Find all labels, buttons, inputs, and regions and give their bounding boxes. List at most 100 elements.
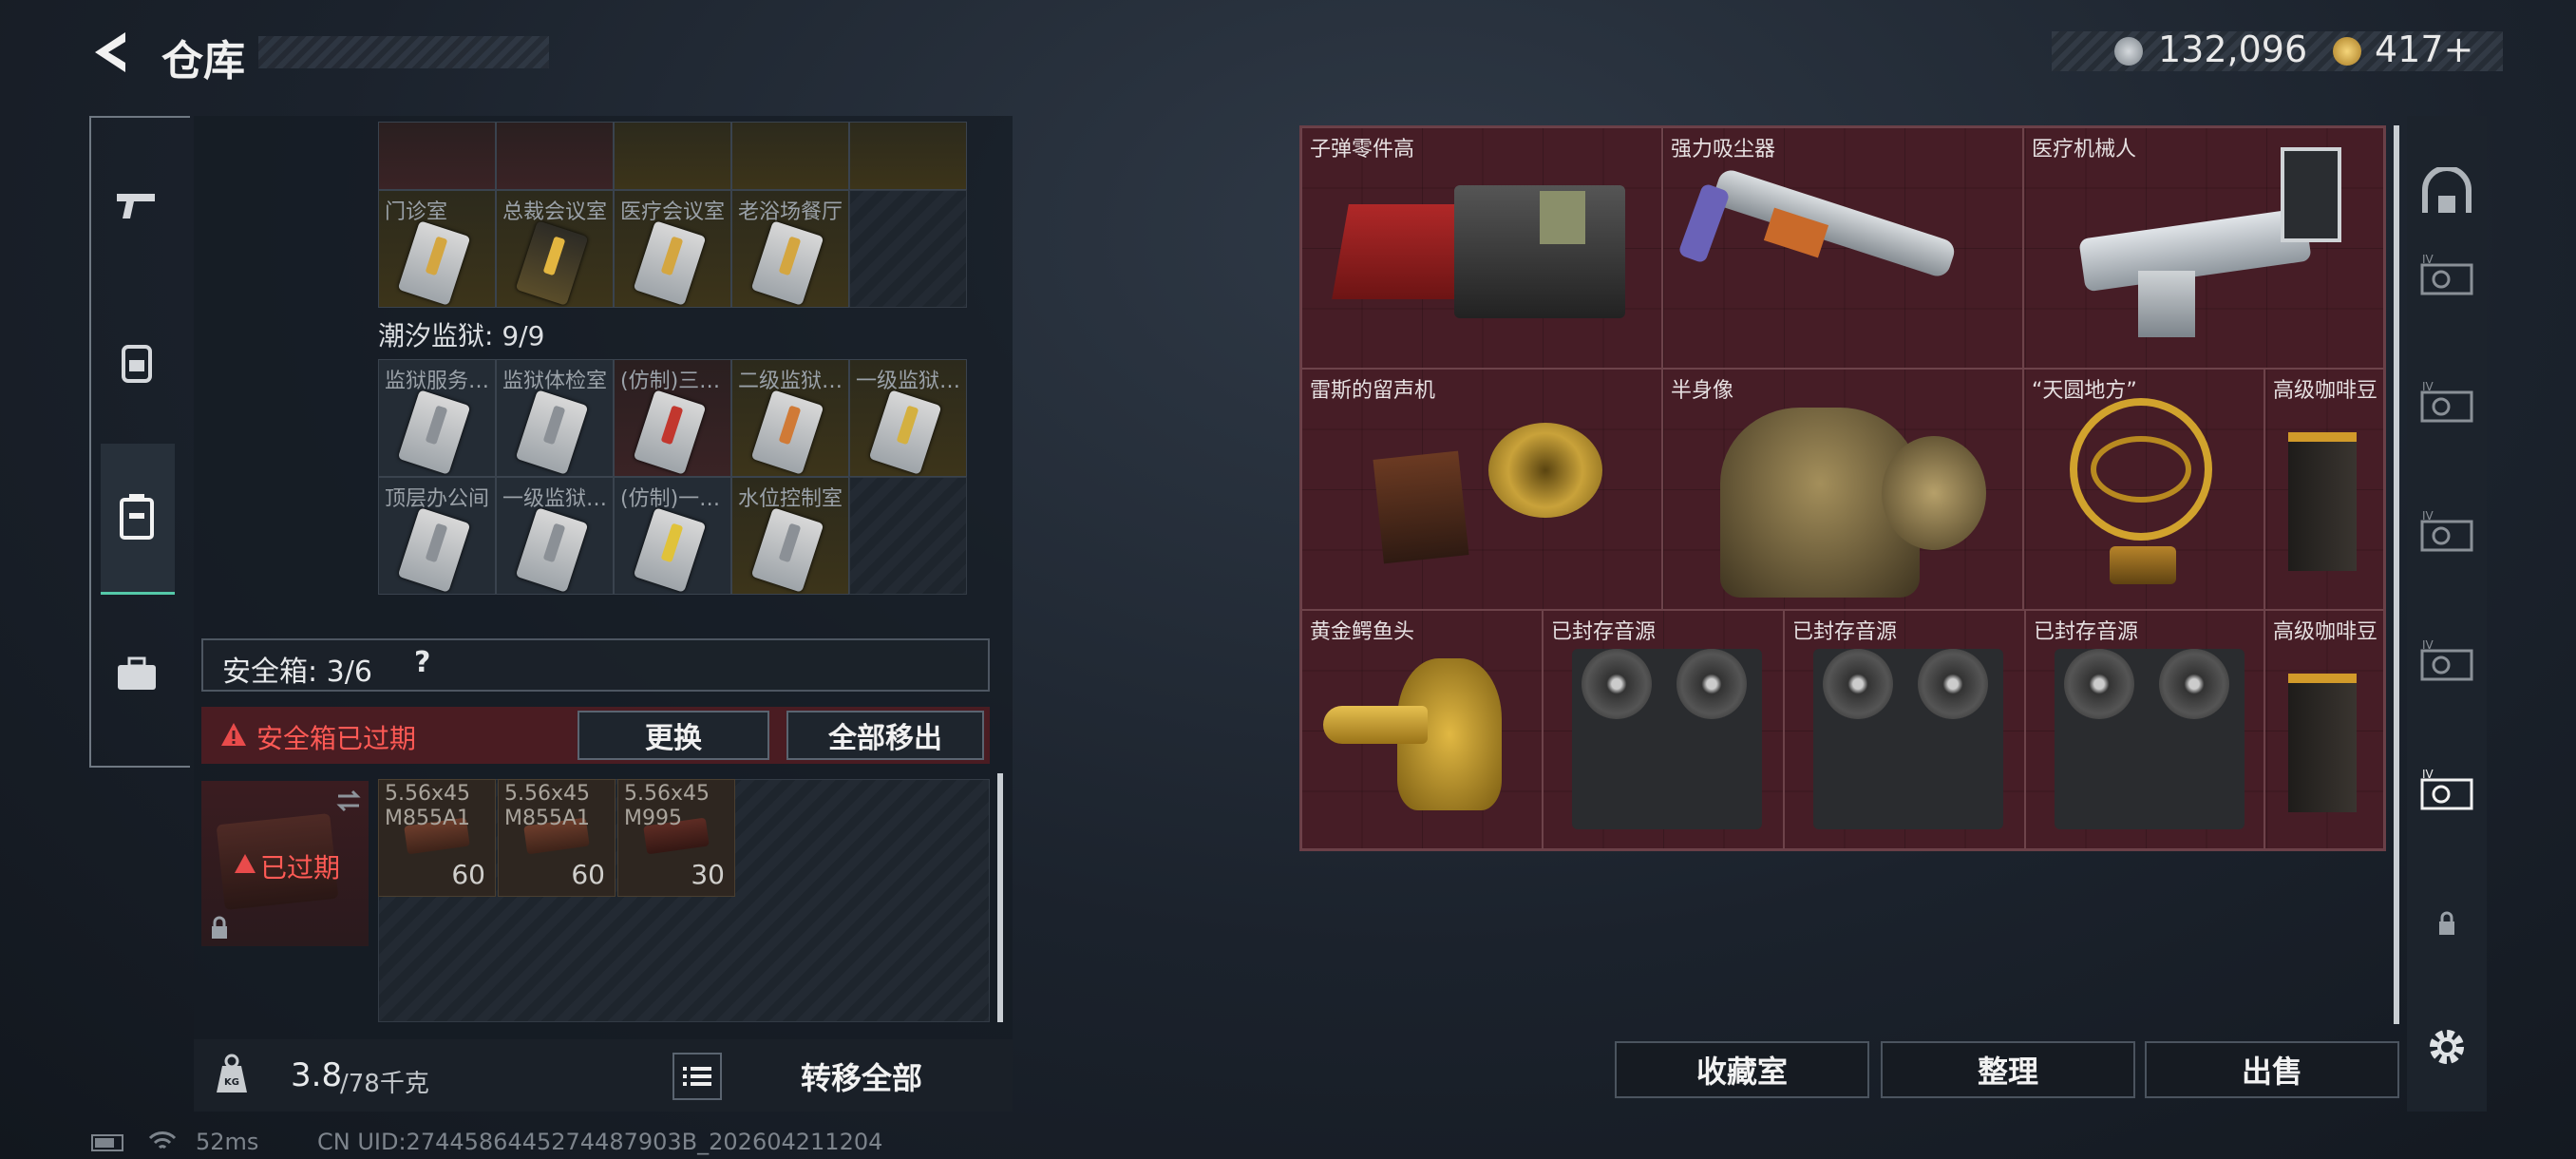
gold-coin-icon	[2333, 37, 2361, 66]
keycard-item[interactable]: 一级监狱…	[496, 477, 614, 595]
warning-icon	[235, 854, 256, 873]
stash-item-sealed-audio[interactable]: 已封存音源	[1784, 610, 2025, 849]
stash-item-sealed-audio[interactable]: 已封存音源	[2025, 610, 2264, 849]
robot-screen-image	[2281, 147, 2341, 242]
stash-item-medical-robot[interactable]: 医疗机械人	[2023, 127, 2384, 369]
stash-item-sealed-audio[interactable]: 已封存音源	[1543, 610, 1784, 849]
stash-tab-iv[interactable]: IV	[2416, 245, 2477, 306]
keycard-slot[interactable]	[496, 122, 614, 190]
keycard-item[interactable]: 门诊室	[378, 190, 496, 308]
reel-image	[2064, 649, 2134, 719]
stash-item-bullet-parts[interactable]: 子弹零件高	[1301, 127, 1662, 369]
stash-item-bust[interactable]: 半身像	[1662, 369, 2023, 610]
safe-box-icon	[120, 494, 154, 540]
keycard-slot[interactable]	[849, 122, 967, 190]
transfer-all-button[interactable]: 转移全部	[733, 1053, 990, 1100]
keycard-item[interactable]: (仿制)一…	[614, 477, 731, 595]
empty-slot[interactable]	[849, 477, 967, 595]
swap-icon[interactable]	[334, 787, 363, 815]
keycard-item[interactable]: 水位控制室	[731, 477, 849, 595]
stash-tab-iv[interactable]: IV	[2416, 502, 2477, 562]
phonograph-box-image	[1373, 450, 1469, 564]
svg-text:IV: IV	[2422, 639, 2434, 652]
sort-button[interactable]: 整理	[1881, 1041, 2135, 1098]
expired-label: 已过期	[260, 852, 341, 884]
replace-button[interactable]: 更换	[578, 711, 769, 760]
rail-toolbox[interactable]	[99, 627, 175, 722]
gear-icon	[2430, 1030, 2464, 1064]
keycard-item[interactable]: (仿制)三…	[614, 359, 731, 477]
ticket-iv-icon: IV	[2420, 769, 2473, 810]
settings-button[interactable]	[2416, 1016, 2477, 1077]
stash-item-coffee-beans[interactable]: 高级咖啡豆	[2264, 610, 2384, 849]
silver-balance: 132,096	[2158, 28, 2308, 70]
wifi-icon	[148, 1131, 177, 1150]
weight-current: 3.8	[291, 1056, 343, 1094]
bust-head-image	[1882, 436, 1986, 550]
title-decoration	[258, 36, 549, 68]
keycard-item[interactable]: 总裁会议室	[496, 190, 614, 308]
sell-button[interactable]: 出售	[2145, 1041, 2399, 1098]
stash-item-phonograph[interactable]: 雷斯的留声机	[1301, 369, 1662, 610]
ping-text: 52ms	[196, 1129, 259, 1155]
left-scrollbar[interactable]	[997, 773, 1003, 1022]
keycard-slot[interactable]	[614, 122, 731, 190]
phonograph-horn-image	[1488, 423, 1602, 518]
stash-tab-all[interactable]	[2416, 162, 2477, 222]
stash-tab-iv-active[interactable]: IV	[2416, 760, 2477, 821]
stash-item-coffee-beans[interactable]: 高级咖啡豆	[2264, 369, 2384, 610]
stash-item-vacuum[interactable]: 强力吸尘器	[1662, 127, 2023, 369]
rail-weapons[interactable]	[99, 158, 175, 253]
stash-scrollbar[interactable]	[2394, 125, 2399, 1024]
ammo-item[interactable]: 5.56x45 M855A1 60	[498, 779, 616, 897]
keycard-slot[interactable]	[731, 122, 849, 190]
keycard-item[interactable]: 二级监狱…	[731, 359, 849, 477]
weight-max: /78千克	[340, 1070, 429, 1098]
uid-text: CN UID:2744586445274487903B_202604211204	[317, 1129, 883, 1155]
ticket-iv-icon: IV	[2420, 381, 2473, 423]
help-icon[interactable]: ?	[414, 646, 430, 679]
battery-icon	[91, 1134, 123, 1151]
stash-tab-iv[interactable]: IV	[2416, 631, 2477, 692]
svg-text:IV: IV	[2422, 254, 2434, 266]
keycard-item[interactable]: 一级监狱…	[849, 359, 967, 477]
backpack-icon	[122, 345, 152, 383]
ammo-item[interactable]: 5.56x45 M995 30	[617, 779, 735, 897]
svg-text:IV: IV	[2422, 769, 2434, 781]
keycard-item[interactable]: 老浴场餐厅	[731, 190, 849, 308]
gold-balance[interactable]: 417+	[2375, 28, 2473, 70]
keycard-item[interactable]: 医疗会议室	[614, 190, 731, 308]
armillary-inner-image	[2091, 436, 2191, 503]
back-arrow-icon[interactable]	[87, 28, 135, 76]
weight-icon: KG	[217, 1054, 247, 1092]
keycard-slot[interactable]	[378, 122, 496, 190]
list-icon	[683, 1067, 711, 1086]
rail-safe-box[interactable]	[99, 469, 175, 564]
stash-item-gold-croc-head[interactable]: 黄金鳄鱼头	[1301, 610, 1543, 849]
stash-tab-locked[interactable]	[2416, 893, 2477, 954]
collection-room-button[interactable]: 收藏室	[1615, 1041, 1869, 1098]
safe-box-grid: 5.56x45 M855A1 60 5.56x45 M855A1 60 5.56x4…	[378, 779, 990, 1022]
expired-safe-box[interactable]: 已过期	[201, 781, 369, 946]
croc-snout-image	[1323, 706, 1428, 744]
keycard-item[interactable]: 监狱体检室	[496, 359, 614, 477]
keycard-grid-top: 门诊室 总裁会议室 医疗会议室 老浴场餐厅	[378, 122, 986, 312]
empty-slot[interactable]	[849, 190, 967, 308]
robot-base-image	[2138, 271, 2195, 337]
small-box-image	[1540, 191, 1585, 244]
svg-text:IV: IV	[2422, 381, 2434, 393]
keycard-item[interactable]: 监狱服务…	[378, 359, 496, 477]
warning-text: 安全箱已过期	[256, 723, 417, 754]
move-all-out-button[interactable]: 全部移出	[786, 711, 984, 760]
list-view-button[interactable]	[672, 1053, 722, 1100]
ammo-item[interactable]: 5.56x45 M855A1 60	[378, 779, 496, 897]
robot-arm-image	[2078, 207, 2312, 293]
stash-tab-iv[interactable]: IV	[2416, 372, 2477, 433]
stash-item-armillary[interactable]: “天圆地方”	[2023, 369, 2264, 610]
keycard-item[interactable]: 顶层办公间	[378, 477, 496, 595]
reel-image	[1582, 649, 1652, 719]
silver-coin-icon	[2114, 37, 2143, 66]
reel-image	[1823, 649, 1893, 719]
ticket-iv-icon: IV	[2420, 254, 2473, 295]
rail-backpack[interactable]	[99, 314, 175, 408]
